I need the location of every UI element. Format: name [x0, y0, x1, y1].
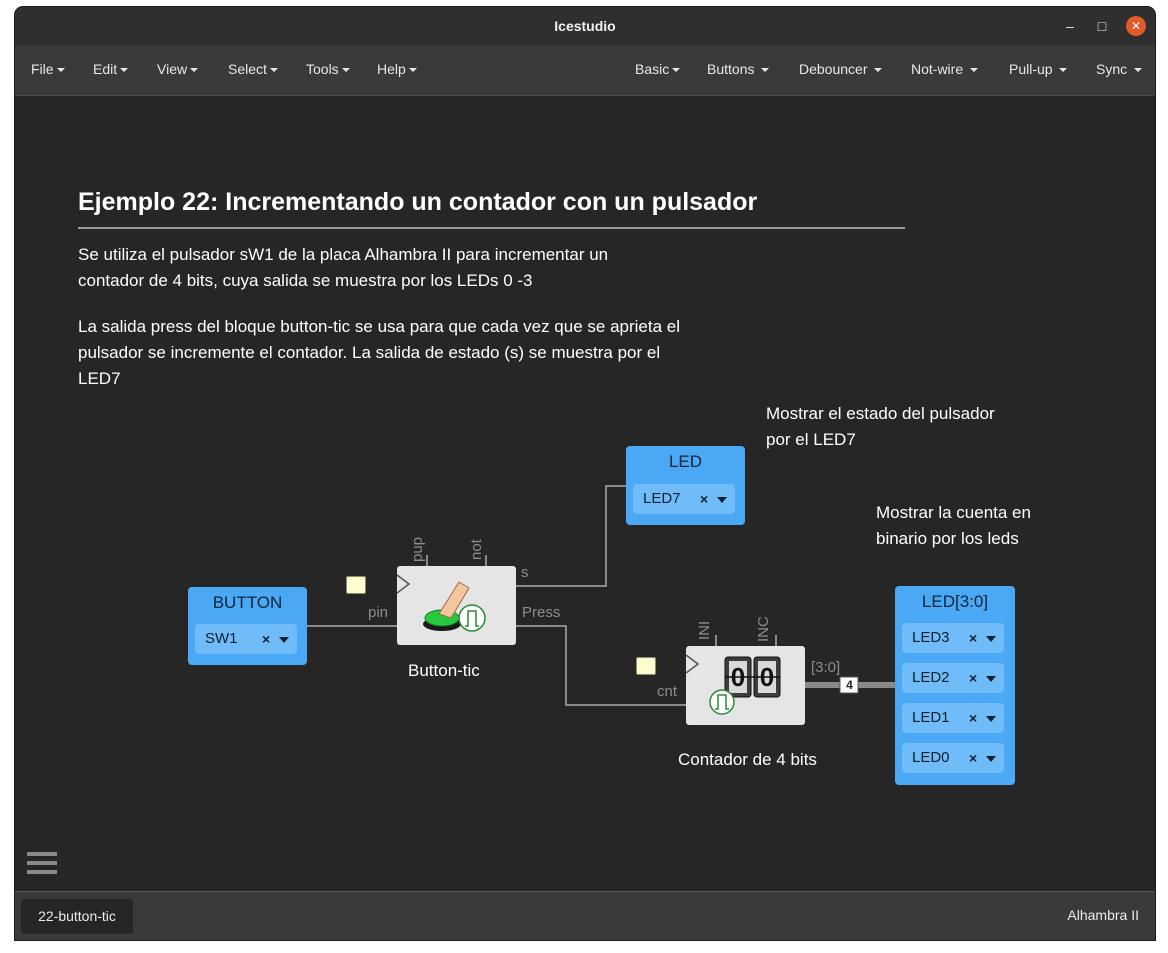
pin-select-sw1[interactable]: SW1 ×	[195, 624, 297, 654]
bus-width-label: 4	[846, 678, 853, 692]
wire-s-led7	[516, 485, 627, 587]
chevron-down-icon	[970, 68, 979, 73]
menu-view-label: View	[157, 61, 188, 77]
chevron-down-icon[interactable]	[986, 676, 996, 682]
pin-select-led2[interactable]: LED2 ×	[902, 663, 1004, 693]
leds-output-block[interactable]: LED[3:0] LED3 × LED2 × LED1 × LED0 ×	[895, 586, 1015, 785]
menu-edit[interactable]: Edit	[93, 45, 129, 93]
port-label-press: Press	[522, 604, 561, 621]
port-label-pin: pin	[368, 604, 389, 621]
menu-tools[interactable]: Tools	[306, 45, 350, 93]
pin-name: SW1	[205, 630, 238, 647]
pin-select-led1[interactable]: LED1 ×	[902, 703, 1004, 733]
menu-sync-label: Sync	[1096, 61, 1128, 77]
menu-basic[interactable]: Basic	[635, 45, 681, 93]
block-label: LED	[668, 452, 703, 471]
menu-basic-label: Basic	[635, 61, 670, 77]
counter-constant-input[interactable]	[636, 657, 656, 675]
port-label-cnt: cnt	[657, 683, 678, 700]
menu-select[interactable]: Select	[228, 45, 278, 93]
chevron-down-icon[interactable]	[986, 716, 996, 722]
board-label: Alhambra II	[1067, 907, 1139, 923]
counter-title: Contador de 4 bits	[678, 750, 817, 769]
menu-view[interactable]: View	[157, 45, 199, 93]
led-output-block[interactable]: LED LED7 ×	[626, 446, 745, 525]
menu-sync[interactable]: Sync	[1096, 45, 1143, 93]
design-canvas[interactable]: Ejemplo 22: Incrementando un contador co…	[15, 96, 1155, 891]
pin-name: LED0	[912, 749, 950, 766]
chevron-down-icon	[120, 68, 129, 73]
title-bar: Icestudio – □ ✕	[15, 7, 1155, 45]
tab-22-button-tic[interactable]: 22-button-tic	[21, 899, 133, 934]
counter-digit: 0	[759, 662, 775, 692]
menu-debouncer[interactable]: Debouncer	[799, 45, 883, 93]
pin-name: LED2	[912, 669, 950, 686]
chevron-down-icon	[874, 68, 883, 73]
remove-icon[interactable]: ×	[262, 624, 270, 654]
chevron-down-icon	[1134, 68, 1143, 73]
pin-name: LED3	[912, 629, 950, 646]
remove-icon[interactable]: ×	[969, 703, 977, 733]
app-window: Icestudio – □ ✕ File Edit View Select To…	[15, 7, 1155, 940]
chevron-down-icon	[190, 68, 199, 73]
remove-icon[interactable]: ×	[969, 743, 977, 773]
minimize-icon[interactable]: –	[1060, 16, 1080, 36]
menu-debouncer-label: Debouncer	[799, 61, 868, 77]
menu-not-wire-label: Not-wire	[911, 61, 964, 77]
pin-select-led7[interactable]: LED7 ×	[633, 484, 735, 514]
menu-edit-label: Edit	[93, 61, 118, 77]
menu-pull-up[interactable]: Pull-up	[1009, 45, 1068, 93]
counter-digit: 0	[730, 662, 746, 692]
port-label-out: [3:0]	[811, 659, 841, 676]
menu-buttons-label: Buttons	[707, 61, 755, 77]
block-label: LED[3:0]	[921, 592, 989, 611]
menu-file-label: File	[31, 61, 54, 77]
remove-icon[interactable]: ×	[700, 484, 708, 514]
pin-name: LED1	[912, 709, 950, 726]
menu-not-wire[interactable]: Not-wire	[911, 45, 979, 93]
port-label-s: s	[521, 564, 529, 581]
remove-icon[interactable]: ×	[969, 623, 977, 653]
chevron-down-icon	[341, 68, 350, 73]
param-label-pup: pup	[409, 536, 426, 562]
param-label-inc: INC	[755, 616, 772, 642]
window-title: Icestudio	[554, 18, 616, 34]
clock-constant-input[interactable]	[346, 576, 366, 594]
block-label: BUTTON	[212, 593, 283, 612]
menu-select-label: Select	[228, 61, 267, 77]
menu-help-label: Help	[377, 61, 406, 77]
chevron-down-icon[interactable]	[986, 636, 996, 642]
button-tic-icon	[397, 574, 486, 632]
chevron-down-icon	[269, 68, 278, 73]
pin-select-led0[interactable]: LED0 ×	[902, 743, 1004, 773]
menu-tools-label: Tools	[306, 61, 339, 77]
menu-buttons[interactable]: Buttons	[707, 45, 770, 93]
pin-select-led3[interactable]: LED3 ×	[902, 623, 1004, 653]
button-input-block[interactable]: BUTTON SW1 ×	[188, 587, 307, 665]
chevron-down-icon	[408, 68, 417, 73]
close-icon[interactable]: ✕	[1126, 16, 1146, 36]
chevron-down-icon	[761, 68, 770, 73]
menu-pull-up-label: Pull-up	[1009, 61, 1053, 77]
menu-icon[interactable]	[27, 852, 57, 879]
chevron-down-icon[interactable]	[717, 497, 727, 503]
chevron-down-icon	[672, 68, 681, 73]
chevron-down-icon[interactable]	[279, 637, 289, 643]
param-label-not: not	[468, 539, 485, 560]
menu-help[interactable]: Help	[377, 45, 417, 93]
chevron-down-icon	[56, 68, 65, 73]
param-label-ini: INI	[696, 620, 713, 640]
counter-block[interactable]: 0 0	[686, 646, 805, 725]
chevron-down-icon	[1059, 68, 1068, 73]
menu-bar: File Edit View Select Tools Help Basic B…	[15, 45, 1155, 96]
remove-icon[interactable]: ×	[969, 663, 977, 693]
status-bar: 22-button-tic Alhambra II	[15, 891, 1155, 940]
pin-name: LED7	[643, 490, 681, 507]
button-tic-title: Button-tic	[408, 661, 480, 680]
chevron-down-icon[interactable]	[986, 756, 996, 762]
button-tic-block[interactable]	[397, 566, 516, 645]
menu-file[interactable]: File	[31, 45, 65, 93]
maximize-icon[interactable]: □	[1092, 16, 1112, 36]
